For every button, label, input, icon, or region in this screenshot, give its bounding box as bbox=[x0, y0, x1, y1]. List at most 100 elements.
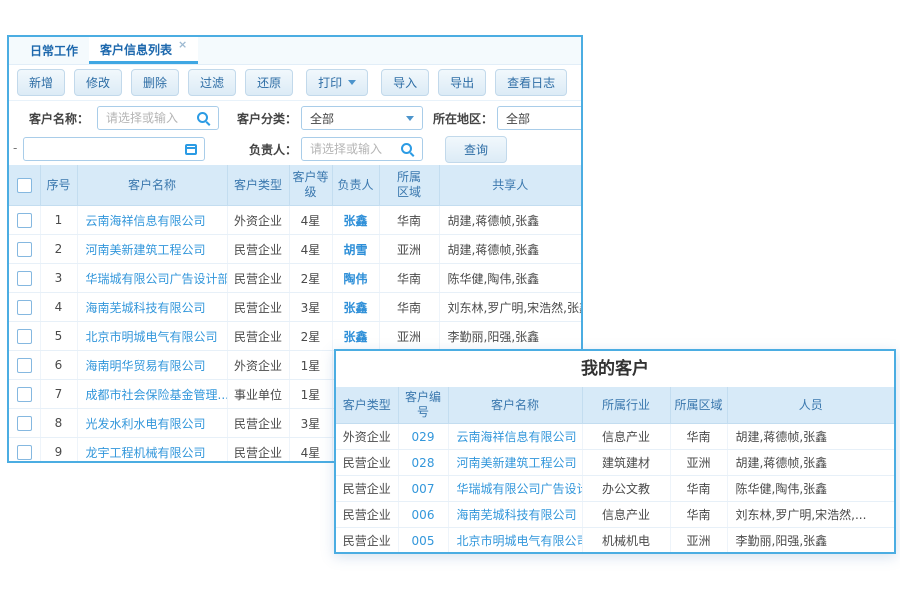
cell-grade: 4星 bbox=[289, 206, 332, 235]
row-checkbox[interactable] bbox=[17, 329, 32, 344]
select-all-cell bbox=[9, 165, 40, 206]
customer-name-link[interactable]: 海南明华贸易有限公司 bbox=[77, 351, 227, 380]
customer-code-link[interactable]: 007 bbox=[398, 476, 448, 502]
chevron-down-icon bbox=[348, 80, 356, 85]
owner-link[interactable]: 陶伟 bbox=[332, 264, 379, 293]
customer-name-link[interactable]: 河南美新建筑工程公司 bbox=[77, 235, 227, 264]
owner-link[interactable]: 张鑫 bbox=[332, 206, 379, 235]
close-icon[interactable]: × bbox=[178, 40, 187, 50]
cell-grade: 4星 bbox=[289, 235, 332, 264]
district-select[interactable]: 全部 bbox=[497, 106, 583, 130]
customer-name-link[interactable]: 河南美新建筑工程公司 bbox=[448, 450, 582, 476]
row-checkbox[interactable] bbox=[17, 271, 32, 286]
cell-grade: 4星 bbox=[289, 438, 332, 464]
cell-type: 事业单位 bbox=[227, 380, 289, 409]
row-checkbox[interactable] bbox=[17, 213, 32, 228]
cell-seq: 2 bbox=[40, 235, 77, 264]
header-customer-grade: 客户等 级 bbox=[289, 165, 332, 206]
customer-code-link[interactable]: 006 bbox=[398, 502, 448, 528]
table-row: 民营企业028河南美新建筑工程公司建筑建材亚洲胡建,蒋德帧,张鑫 bbox=[336, 450, 894, 476]
cell-seq: 4 bbox=[40, 293, 77, 322]
customer-code-link[interactable]: 029 bbox=[398, 424, 448, 450]
row-checkbox[interactable] bbox=[17, 300, 32, 315]
header-industry: 所属行业 bbox=[582, 387, 670, 424]
checkbox-cell bbox=[9, 409, 40, 438]
filter-button[interactable]: 过滤 bbox=[188, 69, 236, 96]
owner-link[interactable]: 张鑫 bbox=[332, 293, 379, 322]
checkbox-cell bbox=[9, 351, 40, 380]
cell-shared: 胡建,蒋德帧,张鑫 bbox=[439, 235, 581, 264]
search-icon[interactable] bbox=[197, 112, 211, 126]
table-row: 民营企业005北京市明城电气有限公司机械机电亚洲李勤丽,阳强,张鑫 bbox=[336, 528, 894, 554]
header-region: 所属区域 bbox=[670, 387, 727, 424]
row-checkbox[interactable] bbox=[17, 242, 32, 257]
cell-seq: 5 bbox=[40, 322, 77, 351]
print-label: 打印 bbox=[318, 74, 342, 91]
customer-name-link[interactable]: 光发水利水电有限公司 bbox=[77, 409, 227, 438]
tab-customer-list[interactable]: 客户信息列表 × bbox=[89, 37, 198, 64]
cell-industry: 信息产业 bbox=[582, 424, 670, 450]
header-customer-type: 客户类型 bbox=[336, 387, 398, 424]
row-checkbox[interactable] bbox=[17, 387, 32, 402]
select-all-checkbox[interactable] bbox=[17, 178, 32, 193]
import-button[interactable]: 导入 bbox=[381, 69, 429, 96]
customer-name-link[interactable]: 成都市社会保险基金管理... bbox=[77, 380, 227, 409]
customer-name-link[interactable]: 云南海祥信息有限公司 bbox=[448, 424, 582, 450]
cell-people: 李勤丽,阳强,张鑫 bbox=[727, 528, 894, 554]
restore-button[interactable]: 还原 bbox=[245, 69, 293, 96]
header-region: 所属 区域 bbox=[379, 165, 439, 206]
customer-name-link[interactable]: 云南海祥信息有限公司 bbox=[77, 206, 227, 235]
cell-region: 华南 bbox=[670, 502, 727, 528]
table-row: 4海南芜城科技有限公司民营企业3星张鑫华南刘东林,罗广明,宋浩然,张鑫 bbox=[9, 293, 581, 322]
cell-industry: 办公文教 bbox=[582, 476, 670, 502]
delete-button[interactable]: 删除 bbox=[131, 69, 179, 96]
owner-link[interactable]: 张鑫 bbox=[332, 322, 379, 351]
export-button[interactable]: 导出 bbox=[438, 69, 486, 96]
checkbox-cell bbox=[9, 235, 40, 264]
customer-code-link[interactable]: 005 bbox=[398, 528, 448, 554]
checkbox-cell bbox=[9, 293, 40, 322]
customer-name-link[interactable]: 北京市明城电气有限公司 bbox=[448, 528, 582, 554]
cell-people: 胡建,蒋德帧,张鑫 bbox=[727, 450, 894, 476]
customer-name-link[interactable]: 龙宇工程机械有限公司 bbox=[77, 438, 227, 464]
query-button[interactable]: 查询 bbox=[445, 136, 507, 163]
cell-shared: 刘东林,罗广明,宋浩然,张鑫 bbox=[439, 293, 581, 322]
customer-code-link[interactable]: 028 bbox=[398, 450, 448, 476]
customer-name-link[interactable]: 华瑞城有限公司广告设计部 bbox=[448, 476, 582, 502]
header-people: 人员 bbox=[727, 387, 894, 424]
cell-grade: 3星 bbox=[289, 409, 332, 438]
edit-button[interactable]: 修改 bbox=[74, 69, 122, 96]
table-row: 5北京市明城电气有限公司民营企业2星张鑫亚洲李勤丽,阳强,张鑫 bbox=[9, 322, 581, 351]
cell-region: 华南 bbox=[379, 293, 439, 322]
filter-area: 客户名称： 客户分类： 全部 所在地区： 全部 - bbox=[9, 101, 581, 165]
customer-name-link[interactable]: 海南芜城科技有限公司 bbox=[77, 293, 227, 322]
cell-type: 民营企业 bbox=[336, 476, 398, 502]
view-log-button[interactable]: 查看日志 bbox=[495, 69, 567, 96]
calendar-icon[interactable] bbox=[185, 144, 197, 155]
print-button[interactable]: 打印 bbox=[306, 69, 368, 96]
cell-region: 华南 bbox=[670, 424, 727, 450]
customer-name-link[interactable]: 华瑞城有限公司广告设计部 bbox=[77, 264, 227, 293]
search-icon[interactable] bbox=[401, 143, 415, 157]
category-select[interactable]: 全部 bbox=[301, 106, 423, 130]
customer-name-link[interactable]: 北京市明城电气有限公司 bbox=[77, 322, 227, 351]
checkbox-cell bbox=[9, 438, 40, 464]
cell-type: 民营企业 bbox=[227, 322, 289, 351]
cell-type: 民营企业 bbox=[227, 438, 289, 464]
tab-daily-work[interactable]: 日常工作 bbox=[19, 37, 89, 64]
cell-people: 刘东林,罗广明,宋浩然,... bbox=[727, 502, 894, 528]
add-button[interactable]: 新增 bbox=[17, 69, 65, 96]
customer-name-link[interactable]: 海南芜城科技有限公司 bbox=[448, 502, 582, 528]
row-checkbox[interactable] bbox=[17, 416, 32, 431]
row-checkbox[interactable] bbox=[17, 445, 32, 460]
table-row: 1云南海祥信息有限公司外资企业4星张鑫华南胡建,蒋德帧,张鑫 bbox=[9, 206, 581, 235]
owner-link[interactable]: 胡雪 bbox=[332, 235, 379, 264]
cell-seq: 9 bbox=[40, 438, 77, 464]
row-checkbox[interactable] bbox=[17, 358, 32, 373]
header-customer-name: 客户名称 bbox=[448, 387, 582, 424]
date-input[interactable] bbox=[24, 138, 204, 160]
table-row: 3华瑞城有限公司广告设计部民营企业2星陶伟华南陈华健,陶伟,张鑫 bbox=[9, 264, 581, 293]
customer-category-label: 客户分类： bbox=[225, 110, 297, 127]
checkbox-cell bbox=[9, 380, 40, 409]
district-value: 全部 bbox=[506, 110, 530, 127]
